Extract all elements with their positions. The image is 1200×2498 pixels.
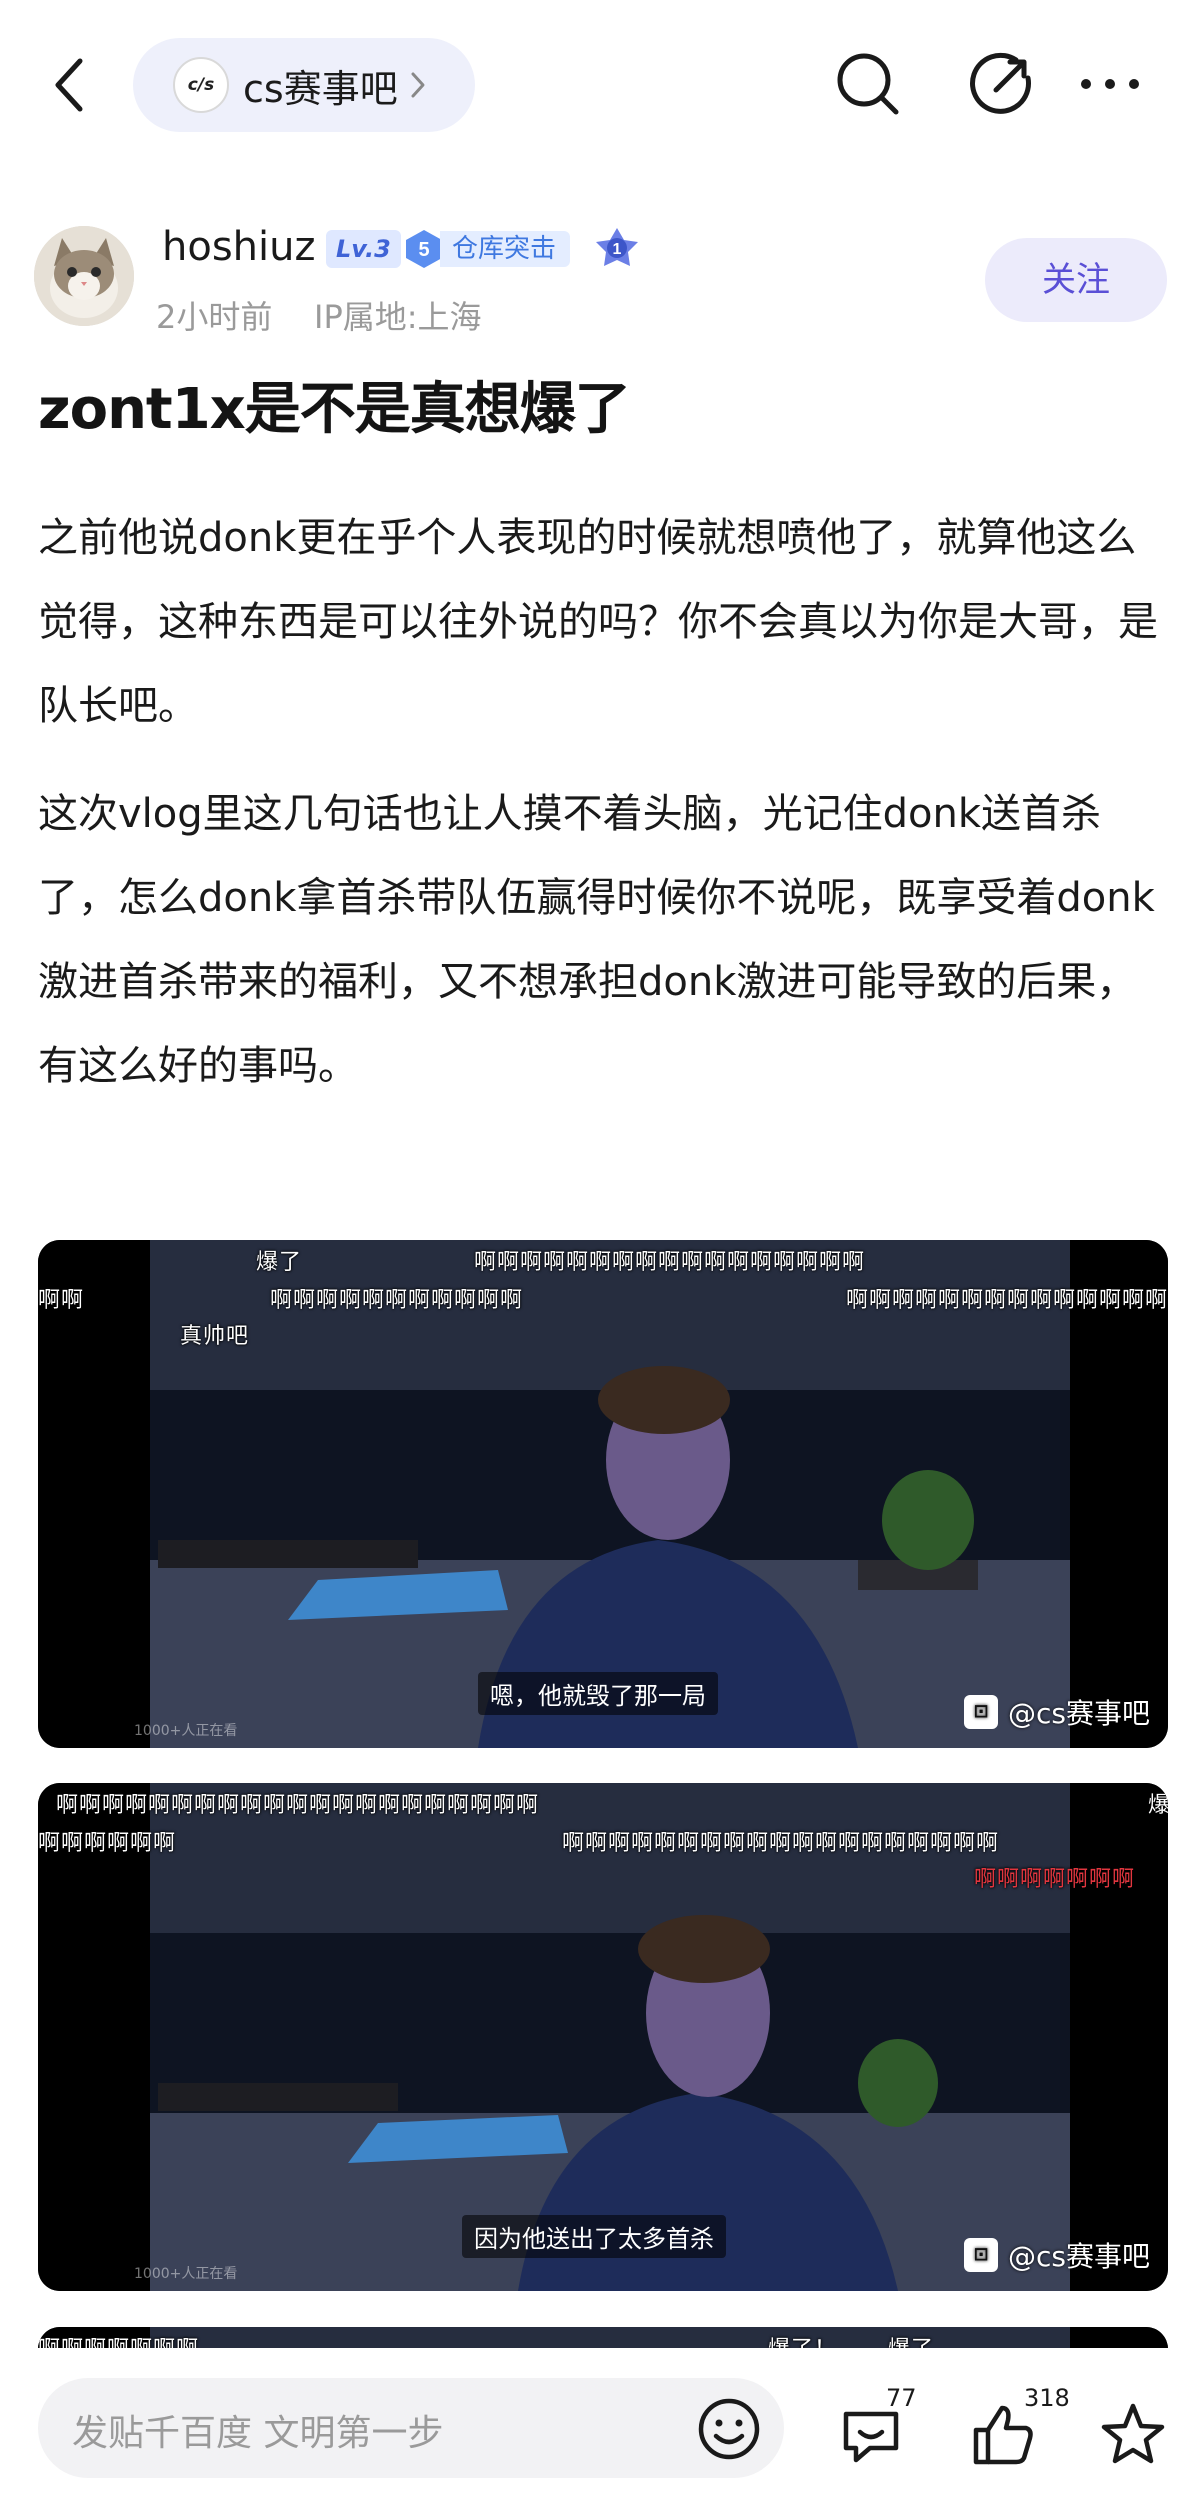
medal-number: 1 <box>613 241 622 258</box>
back-arrow-icon[interactable] <box>50 55 90 115</box>
forum-entry-button[interactable]: c/s cs赛事吧 <box>133 38 475 132</box>
watermark: ⊡ @cs赛事吧 <box>964 2235 1150 2275</box>
forum-name: cs赛事吧 <box>243 66 398 111</box>
danmu-comment: 真帅吧 <box>180 1324 250 1349</box>
emoji-icon[interactable] <box>694 2394 764 2464</box>
danmu-comment: 啊啊 <box>38 1288 85 1313</box>
danmu-comment: 爆 <box>1148 1793 1168 1818</box>
share-icon[interactable] <box>966 48 1038 120</box>
bottom-action-bar: 发贴千百度 文明第一步 77 318 <box>0 2348 1200 2498</box>
danmu-comment: 啊啊啊啊啊啊啊 <box>974 1867 1136 1892</box>
like-count: 318 <box>1024 2384 1070 2412</box>
danmu-comment: 啊啊啊啊啊啊啊啊啊啊啊 <box>270 1288 524 1313</box>
more-icon[interactable] <box>1074 48 1146 120</box>
video-subtitle: 嗯，他就毁了那一局 <box>478 1672 718 1715</box>
badge-number: 5 <box>418 239 429 261</box>
top-nav-bar: c/s cs赛事吧 <box>0 0 1200 170</box>
forum-logo: c/s <box>173 57 229 113</box>
watermark: ⊡ @cs赛事吧 <box>964 1692 1150 1732</box>
chevron-right-icon <box>411 72 425 98</box>
author-username[interactable]: hoshiuz <box>162 224 315 270</box>
bilibili-icon: ⊡ <box>964 1695 999 1729</box>
danmu-comment: 啊啊啊啊啊啊 <box>38 1831 177 1856</box>
danmu-comment: 啊啊啊啊啊啊啊啊啊啊啊啊啊啊啊 <box>846 1288 1168 1313</box>
level-badge: Lv.3 <box>326 230 401 268</box>
post-time: 2小时前 <box>156 298 273 336</box>
comment-count: 77 <box>886 2384 917 2412</box>
danmu-comment: 啊啊啊啊啊啊啊啊啊啊啊啊啊啊啊啊啊啊啊 <box>562 1831 1000 1856</box>
post-paragraph: 之前他说donk更在乎个人表现的时候就想喷他了，就算他这么觉得，这种东西是可以往… <box>38 515 1158 729</box>
comment-input[interactable]: 发贴千百度 文明第一步 <box>38 2378 784 2478</box>
search-icon[interactable] <box>832 48 904 120</box>
post-image[interactable]: 爆了 啊啊啊啊啊啊啊啊啊啊啊啊啊啊啊啊啊 啊啊 啊啊啊啊啊啊啊啊啊啊啊 啊啊啊啊… <box>38 1240 1168 1748</box>
danmu-comment: 啊啊啊啊啊啊啊啊啊啊啊啊啊啊啊啊啊 <box>474 1250 866 1275</box>
viewer-count: 1000+人正在看 <box>134 1723 238 1739</box>
bilibili-icon: ⊡ <box>964 2238 999 2272</box>
badge-title: 仓库突击 <box>440 231 571 267</box>
comment-placeholder: 发贴千百度 文明第一步 <box>72 2413 444 2454</box>
video-subtitle: 因为他送出了太多首杀 <box>462 2215 726 2258</box>
post-title: zont1x是不是真想爆了 <box>38 377 631 442</box>
star-icon[interactable] <box>1098 2400 1168 2470</box>
viewer-count: 1000+人正在看 <box>134 2266 238 2282</box>
member-title-badge: 5 仓库突击 <box>402 228 571 270</box>
watermark-text: @cs赛事吧 <box>1008 2240 1150 2273</box>
danmu-comment: 啊啊啊啊啊啊啊啊啊啊啊啊啊啊啊啊啊啊啊啊啊 <box>56 1793 540 1818</box>
medal-icon: 1 <box>596 228 638 266</box>
ip-location: IP属地:上海 <box>314 298 482 336</box>
avatar[interactable] <box>34 226 134 326</box>
post-paragraph: 这次vlog里这几句话也让人摸不着头脑，光记住donk送首杀了，怎么donk拿首… <box>38 791 1155 1089</box>
danmu-comment: 爆了 <box>256 1250 303 1275</box>
follow-button[interactable]: 关注 <box>985 238 1167 322</box>
cat-avatar-image <box>34 226 134 326</box>
watermark-text: @cs赛事吧 <box>1008 1697 1150 1730</box>
post-image[interactable]: 啊啊啊啊啊啊啊啊啊啊啊啊啊啊啊啊啊啊啊啊啊 爆 啊啊啊啊啊啊 啊啊啊啊啊啊啊啊啊… <box>38 1783 1168 2291</box>
